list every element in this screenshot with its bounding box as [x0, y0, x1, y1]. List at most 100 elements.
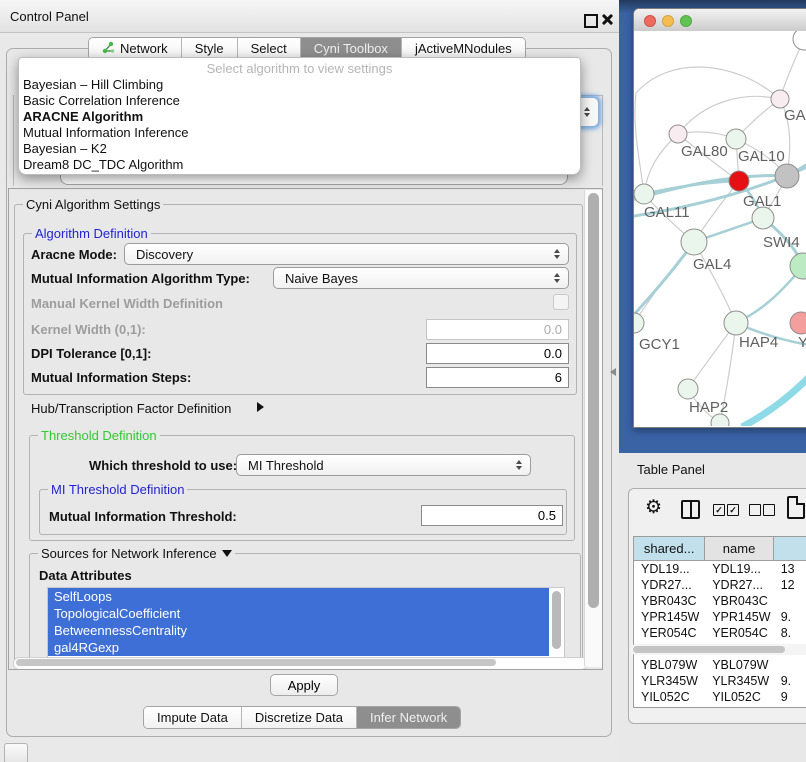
- column-header-name[interactable]: name: [705, 537, 774, 560]
- apply-button[interactable]: Apply: [270, 674, 338, 696]
- collapse-down-icon[interactable]: [222, 550, 232, 557]
- settings-vertical-scrollbar[interactable]: [584, 190, 602, 667]
- tab-jactivemnodules[interactable]: jActiveMNodules: [402, 38, 525, 59]
- file-icon[interactable]: [787, 496, 805, 519]
- node-label-swi4: SWI4: [763, 234, 800, 251]
- table-row[interactable]: YDL19...YDL19...13: [634, 561, 806, 577]
- network-node[interactable]: [678, 379, 698, 399]
- dpi-tolerance-field[interactable]: [426, 343, 569, 364]
- tab-label: Style: [195, 41, 224, 56]
- select-all-check-icon[interactable]: ✓: [727, 504, 739, 516]
- tab-style[interactable]: Style: [182, 38, 238, 59]
- split-pane-collapse-icon[interactable]: [610, 368, 616, 376]
- attribute-item-selfloops[interactable]: SelfLoops: [48, 588, 549, 605]
- network-node[interactable]: [634, 184, 654, 204]
- mi-steps-field[interactable]: [426, 367, 569, 388]
- gear-icon[interactable]: ⚙: [645, 497, 662, 519]
- column-header-shared[interactable]: shared...: [634, 537, 705, 560]
- network-node[interactable]: [752, 207, 774, 229]
- window-close-icon[interactable]: [644, 15, 656, 27]
- attribute-item-gal4rgexp[interactable]: gal4RGexp: [48, 639, 549, 656]
- hub-definition-expander-label[interactable]: Hub/Transcription Factor Definition: [31, 401, 231, 416]
- table-cell: [774, 657, 806, 673]
- split-columns-icon[interactable]: [681, 500, 700, 519]
- network-edge[interactable]: [742, 361, 806, 426]
- threshold-definition-title: Threshold Definition: [38, 428, 160, 443]
- network-node[interactable]: [669, 125, 687, 143]
- node-label-gal: GAL: [784, 107, 806, 124]
- table-row[interactable]: YIL052CYIL052C9: [634, 689, 806, 705]
- tab-cyni-toolbox[interactable]: Cyni Toolbox: [301, 38, 402, 59]
- algorithm-option-mutual-information-inference[interactable]: Mutual Information Inference: [22, 125, 188, 141]
- algorithm-option-bayesian-k2[interactable]: Bayesian – K2: [22, 141, 107, 157]
- algorithm-option-aracne-algorithm[interactable]: ARACNE Algorithm: [22, 109, 143, 125]
- mi-algorithm-type-select[interactable]: Naive Bayes: [273, 267, 569, 289]
- network-node[interactable]: [726, 129, 746, 149]
- manual-kernel-width-checkbox[interactable]: [553, 294, 569, 310]
- which-threshold-select[interactable]: MI Threshold: [236, 454, 531, 476]
- table-row[interactable]: YBR043CYBR043C: [634, 593, 806, 609]
- scrollbar-thumb[interactable]: [16, 659, 496, 666]
- table-row[interactable]: YDR27...YDR27...12: [634, 577, 806, 593]
- aracne-mode-select[interactable]: Discovery: [124, 243, 569, 265]
- table-row[interactable]: YPR145WYPR145W9.: [634, 609, 806, 625]
- tab-select[interactable]: Select: [238, 38, 301, 59]
- scrollbar-thumb[interactable]: [588, 193, 599, 608]
- algorithm-option-bayesian-hill-climbing[interactable]: Bayesian – Hill Climbing: [22, 77, 163, 93]
- network-node[interactable]: [790, 312, 806, 334]
- tab-impute-data[interactable]: Impute Data: [144, 707, 242, 728]
- algorithm-option-dream8-dc-tdc-algorithm[interactable]: Dream8 DC_TDC Algorithm: [22, 157, 183, 173]
- attributes-list-scrollbar[interactable]: [551, 589, 563, 655]
- mi-algorithm-type-value: Naive Bayes: [285, 271, 358, 286]
- network-edge[interactable]: [634, 242, 694, 319]
- window-minimize-icon[interactable]: [662, 15, 674, 27]
- table-horizontal-scrollbar[interactable]: [631, 644, 806, 655]
- deselect-all-icon[interactable]: [763, 504, 775, 516]
- table-row[interactable]: YLR345WYLR345W9.: [634, 673, 806, 689]
- combo-arrows-icon: [584, 107, 590, 117]
- scrollbar-thumb[interactable]: [552, 591, 561, 649]
- network-tab-icon: [102, 41, 115, 57]
- network-edge[interactable]: [636, 67, 780, 99]
- deselect-all-icon[interactable]: [749, 504, 761, 516]
- close-panel-icon[interactable]: [601, 13, 613, 25]
- mi-threshold-field[interactable]: [421, 505, 563, 526]
- network-node[interactable]: [634, 313, 644, 333]
- attribute-item-betweennesscentrality[interactable]: BetweennessCentrality: [48, 622, 549, 639]
- tab-discretize-data[interactable]: Discretize Data: [242, 707, 357, 728]
- network-edge[interactable]: [694, 242, 736, 323]
- table-cell: YER054C: [705, 625, 774, 641]
- network-node[interactable]: [775, 164, 799, 188]
- network-edge[interactable]: [678, 96, 780, 134]
- attribute-item-topologicalcoefficient[interactable]: TopologicalCoefficient: [48, 605, 549, 622]
- cyni-toolbox-tabbar: Impute DataDiscretize DataInfer Network: [143, 706, 461, 729]
- table-cell: 9: [774, 689, 806, 705]
- which-threshold-value: MI Threshold: [248, 458, 324, 473]
- table-row[interactable]: YER054CYER054C8.: [634, 625, 806, 641]
- network-node[interactable]: [681, 229, 707, 255]
- float-panel-icon[interactable]: [584, 14, 598, 28]
- network-canvas[interactable]: GALGAL80GAL10GAL1GAL11SWI4GAL4GCY1HAP4YH…: [634, 31, 806, 426]
- sources-group-title[interactable]: Sources for Network Inference: [38, 546, 235, 561]
- network-node[interactable]: [790, 253, 806, 279]
- algorithm-option-basic-correlation-inference[interactable]: Basic Correlation Inference: [22, 93, 180, 109]
- table-cell: YDR27...: [705, 577, 774, 593]
- tab-network[interactable]: Network: [89, 38, 182, 59]
- scrollbar-thumb[interactable]: [633, 646, 785, 653]
- settings-horizontal-scrollbar[interactable]: [13, 657, 588, 670]
- collapsed-panel-button[interactable]: [4, 743, 28, 762]
- select-all-check-icon[interactable]: ✓: [713, 504, 725, 516]
- tab-infer-network[interactable]: Infer Network: [357, 707, 460, 728]
- network-node[interactable]: [729, 171, 749, 191]
- column-header-cut[interactable]: [774, 537, 806, 560]
- node-label-hap2: HAP2: [689, 399, 728, 416]
- network-node[interactable]: [771, 90, 789, 108]
- expander-right-icon[interactable]: [257, 402, 264, 412]
- kernel-width-field[interactable]: [426, 319, 569, 340]
- table-row[interactable]: YBL079WYBL079W: [634, 657, 806, 673]
- window-zoom-icon[interactable]: [680, 15, 692, 27]
- data-attributes-list[interactable]: SelfLoopsTopologicalCoefficientBetweenne…: [47, 587, 565, 659]
- network-node[interactable]: [724, 311, 748, 335]
- network-node[interactable]: [793, 31, 806, 50]
- network-edge[interactable]: [635, 93, 644, 194]
